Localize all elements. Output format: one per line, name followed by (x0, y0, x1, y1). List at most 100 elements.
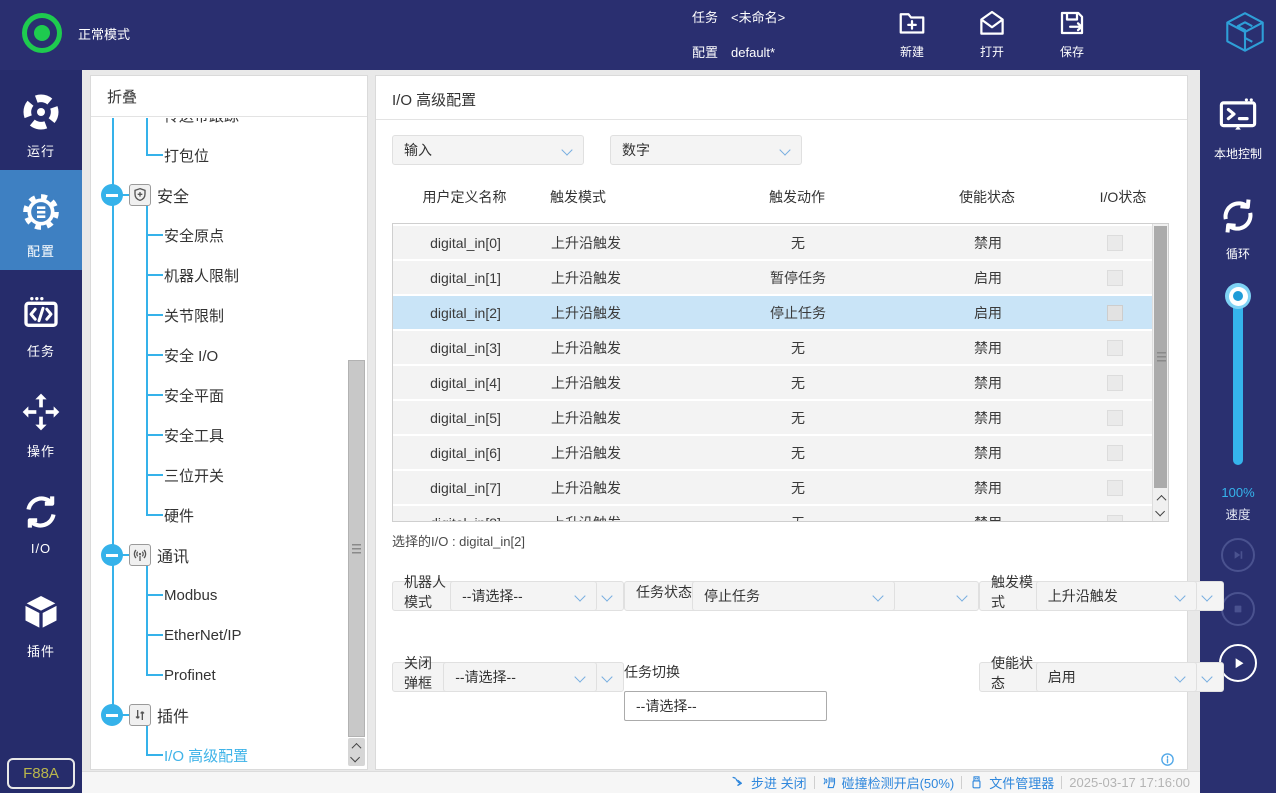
sidebar-nav-item[interactable]: 操作 (0, 370, 82, 470)
topbar-action-button[interactable]: 新建 (880, 8, 944, 60)
transport-button[interactable] (1219, 644, 1257, 682)
speed-slider[interactable] (1233, 285, 1243, 465)
collapse-toggle-icon[interactable] (101, 544, 123, 566)
fkey-button[interactable]: F88A (7, 758, 75, 789)
config-name: default* (731, 44, 775, 61)
tree-item[interactable]: 传送带跟踪 (91, 118, 367, 135)
tree-item[interactable]: 安全 I/O (91, 335, 367, 375)
io-name: digital_in[4] (393, 375, 538, 391)
statusbar-item[interactable]: 文件管理器 (969, 773, 1054, 792)
sidebar-nav-item[interactable]: 插件 (0, 570, 82, 670)
field-control[interactable]: 上升沿触发 (1036, 581, 1197, 611)
tree-item[interactable]: 通讯 (91, 535, 367, 575)
tree-item[interactable]: 插件 (91, 695, 367, 735)
field-label: 任务状态 (636, 582, 692, 602)
tree-item[interactable]: 安全平面 (91, 375, 367, 415)
io-name: digital_in[0] (393, 235, 538, 251)
table-row[interactable]: digital_in[0] 上升沿触发 无 禁用 (393, 226, 1152, 259)
tree-item[interactable]: I/O 高级配置 (91, 735, 367, 769)
io-state-checkbox[interactable] (1107, 340, 1123, 356)
io-state-checkbox[interactable] (1107, 235, 1123, 251)
table-row[interactable]: digital_in[1] 上升沿触发 暂停任务 启用 (393, 261, 1152, 294)
tree-item[interactable]: 安全 (91, 175, 367, 215)
tree-item[interactable]: Modbus (91, 575, 367, 615)
tree-scrollbar-thumb[interactable] (348, 360, 365, 737)
sidebar-nav-item[interactable]: 任务 (0, 270, 82, 370)
filter-select[interactable]: 输入 (392, 135, 584, 165)
tree-item[interactable]: 硬件 (91, 495, 367, 535)
field-control[interactable]: --请选择-- (624, 691, 827, 721)
collapse-toggle-icon[interactable] (101, 704, 123, 726)
table-scrollbar-thumb[interactable] (1154, 226, 1167, 488)
brand-logo-icon (1220, 9, 1270, 59)
filter-select[interactable]: 数字 (610, 135, 802, 165)
tree-item[interactable]: EtherNet/IP (91, 615, 367, 655)
column-header: 用户定义名称 (392, 187, 537, 207)
trigger-mode: 上升沿触发 (538, 408, 698, 428)
table-row[interactable]: digital_in[7] 上升沿触发 无 禁用 (393, 471, 1152, 504)
tree-scrollbar-buttons[interactable] (348, 738, 365, 766)
tree-item[interactable]: 安全工具 (91, 415, 367, 455)
tree-item[interactable]: 安全原点 (91, 215, 367, 255)
io-state-checkbox[interactable] (1107, 410, 1123, 426)
table-row[interactable]: digital_in[3] 上升沿触发 无 禁用 (393, 331, 1152, 364)
form-field: 任务切换 --请选择-- (624, 662, 979, 721)
info-icon[interactable] (1160, 752, 1175, 767)
sidebar-nav-item[interactable]: 运行 (0, 70, 82, 170)
io-config-form: 机器人模式 --请选择-- 任务状态 停止任务 触发模式 上升沿触发 关闭弹框 (392, 581, 1172, 721)
table-row[interactable]: digital_in[2] 上升沿触发 停止任务 启用 (393, 296, 1152, 329)
status-green-icon (22, 13, 62, 53)
scroll-up-icon[interactable] (1156, 495, 1166, 505)
transport-button[interactable] (1221, 592, 1255, 626)
statusbar-item[interactable]: 碰撞检测开启(50%) (822, 773, 955, 792)
left-sidebar: 运行 配置 任务 操作 I/O 插件 F88A (0, 70, 82, 793)
transport-button[interactable] (1221, 538, 1255, 572)
collapse-header[interactable]: 折叠 (91, 76, 367, 117)
io-state-checkbox[interactable] (1107, 445, 1123, 461)
scroll-up-icon[interactable] (352, 743, 362, 753)
field-control[interactable]: 停止任务 (692, 581, 895, 611)
io-state-checkbox[interactable] (1107, 270, 1123, 286)
field-control[interactable]: 启用 (1036, 662, 1197, 692)
scroll-down-icon[interactable] (350, 753, 360, 763)
trigger-mode: 上升沿触发 (538, 478, 698, 498)
right-nav-item[interactable]: 本地控制 (1200, 75, 1276, 175)
trigger-action: 无 (698, 443, 898, 463)
trigger-action: 无 (698, 233, 898, 253)
speed-slider-handle[interactable] (1225, 283, 1251, 309)
io-state-checkbox[interactable] (1107, 480, 1123, 496)
tree-item[interactable]: 关节限制 (91, 295, 367, 335)
enable-state: 禁用 (898, 338, 1078, 358)
topbar-action-button[interactable]: 打开 (960, 8, 1024, 60)
tree-item[interactable]: 三位开关 (91, 455, 367, 495)
statusbar-item[interactable]: 步进 关闭 (731, 773, 807, 792)
table-row[interactable]: digital_in[5] 上升沿触发 无 禁用 (393, 401, 1152, 434)
io-state-checkbox[interactable] (1107, 305, 1123, 321)
io-state-checkbox[interactable] (1107, 515, 1123, 522)
io-arrows-icon (21, 492, 61, 532)
collapse-toggle-icon[interactable] (101, 184, 123, 206)
io-state-checkbox[interactable] (1107, 375, 1123, 391)
right-nav-item[interactable]: 循环 (1200, 175, 1276, 275)
table-scrollbar[interactable] (1152, 224, 1168, 521)
page-title: I/O 高级配置 (392, 89, 476, 110)
trigger-mode: 上升沿触发 (538, 303, 698, 323)
table-row[interactable]: digital_in[8] 上升沿触发 无 禁用 (393, 506, 1152, 522)
tree-item[interactable]: 打包位 (91, 135, 367, 175)
table-row[interactable]: digital_in[6] 上升沿触发 无 禁用 (393, 436, 1152, 469)
tree-item[interactable]: Profinet (91, 655, 367, 695)
trigger-action: 无 (698, 338, 898, 358)
table-row[interactable]: digital_in[4] 上升沿触发 无 禁用 (393, 366, 1152, 399)
trigger-mode: 上升沿触发 (538, 373, 698, 393)
topbar-action-button[interactable]: 保存 (1040, 8, 1104, 60)
tree-item[interactable]: 机器人限制 (91, 255, 367, 295)
mode-indicator: 正常模式 (22, 13, 130, 53)
field-control[interactable]: --请选择-- (450, 581, 597, 611)
field-control[interactable]: --请选择-- (443, 662, 597, 692)
sidebar-nav-item[interactable]: I/O (0, 470, 82, 570)
scroll-down-icon[interactable] (1155, 506, 1165, 516)
sidebar-nav-item[interactable]: 配置 (0, 170, 82, 270)
mode-label: 正常模式 (78, 24, 130, 43)
loop-icon (1217, 195, 1259, 237)
trigger-mode: 上升沿触发 (538, 443, 698, 463)
